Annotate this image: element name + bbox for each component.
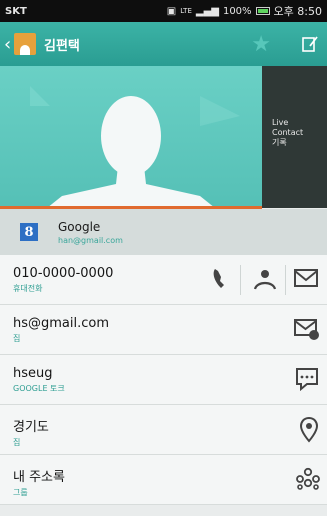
account-row[interactable]: 8 Google han@gmail.com — [0, 209, 327, 255]
contact-photo[interactable] — [0, 66, 262, 208]
account-email: han@gmail.com — [58, 235, 123, 245]
action-bar: ‹ 김편택 ★ — [0, 22, 327, 66]
carrier-label: SKT — [5, 5, 27, 17]
email-value: hs@gmail.com — [13, 316, 110, 331]
battery-icon — [255, 7, 270, 15]
battery-percent: 100% — [222, 5, 252, 17]
network-type-label: LTE — [180, 7, 192, 15]
divider — [285, 265, 286, 295]
email-row[interactable]: hs@gmail.com 집 — [0, 305, 327, 355]
signal-icon: ▂▄▆ — [195, 5, 219, 17]
contact-details-list: 010-0000-0000 휴대전화 hs@gmail.com 집 hseug … — [0, 255, 327, 505]
message-icon[interactable] — [294, 267, 318, 289]
favorite-star-icon[interactable]: ★ — [251, 32, 271, 57]
live-panel-line1: Live — [272, 118, 289, 127]
contact-thumbnail[interactable] — [14, 33, 36, 55]
edit-icon[interactable] — [301, 35, 319, 53]
group-icon[interactable] — [295, 467, 321, 491]
email-type: 집 — [13, 334, 21, 343]
group-value: 내 주소록 — [13, 470, 65, 485]
phone-number: 010-0000-0000 — [13, 266, 114, 281]
contact-name-title: 김편택 — [44, 38, 80, 54]
contact-person-icon[interactable] — [253, 267, 277, 291]
address-type: 집 — [13, 438, 21, 447]
group-type: 그룹 — [13, 488, 28, 497]
live-panel-line3: 기록 — [272, 138, 287, 147]
phone-row[interactable]: 010-0000-0000 휴대전화 — [0, 255, 327, 305]
status-bar: SKT ▣ LTE ▂▄▆ 100% 오후 8:50 — [0, 0, 327, 22]
address-value: 경기도 — [13, 420, 49, 435]
phone-type: 휴대전화 — [13, 284, 43, 293]
group-row[interactable]: 내 주소록 그룹 — [0, 455, 327, 505]
address-row[interactable]: 경기도 집 — [0, 405, 327, 455]
live-contact-panel[interactable]: Live Contact 기록 — [262, 66, 327, 208]
call-icon[interactable] — [211, 267, 233, 291]
clock: 오후 8:50 — [273, 5, 322, 18]
chat-type: GOOGLE 토크 — [13, 384, 65, 393]
account-name: Google — [58, 219, 101, 234]
live-panel-line2: Contact — [272, 128, 304, 137]
default-avatar-silhouette — [30, 86, 240, 208]
image-notification-icon: ▣ — [166, 5, 177, 17]
divider — [240, 265, 241, 295]
map-pin-icon[interactable] — [300, 417, 318, 443]
email-icon[interactable] — [294, 317, 320, 341]
chat-row[interactable]: hseug GOOGLE 토크 — [0, 355, 327, 405]
google-account-icon: 8 — [20, 223, 38, 241]
contact-photo-area: Live Contact 기록 — [0, 66, 327, 208]
chat-id: hseug — [13, 366, 53, 381]
back-button[interactable]: ‹ — [4, 34, 14, 55]
chat-bubble-icon[interactable] — [295, 367, 319, 391]
